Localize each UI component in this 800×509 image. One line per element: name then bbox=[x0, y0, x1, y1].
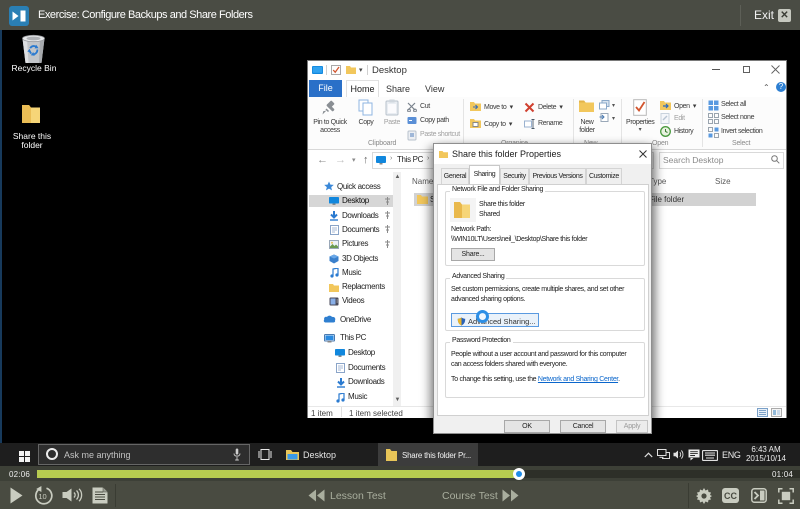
svg-text:10: 10 bbox=[38, 492, 46, 501]
svg-text:CC: CC bbox=[724, 491, 737, 501]
